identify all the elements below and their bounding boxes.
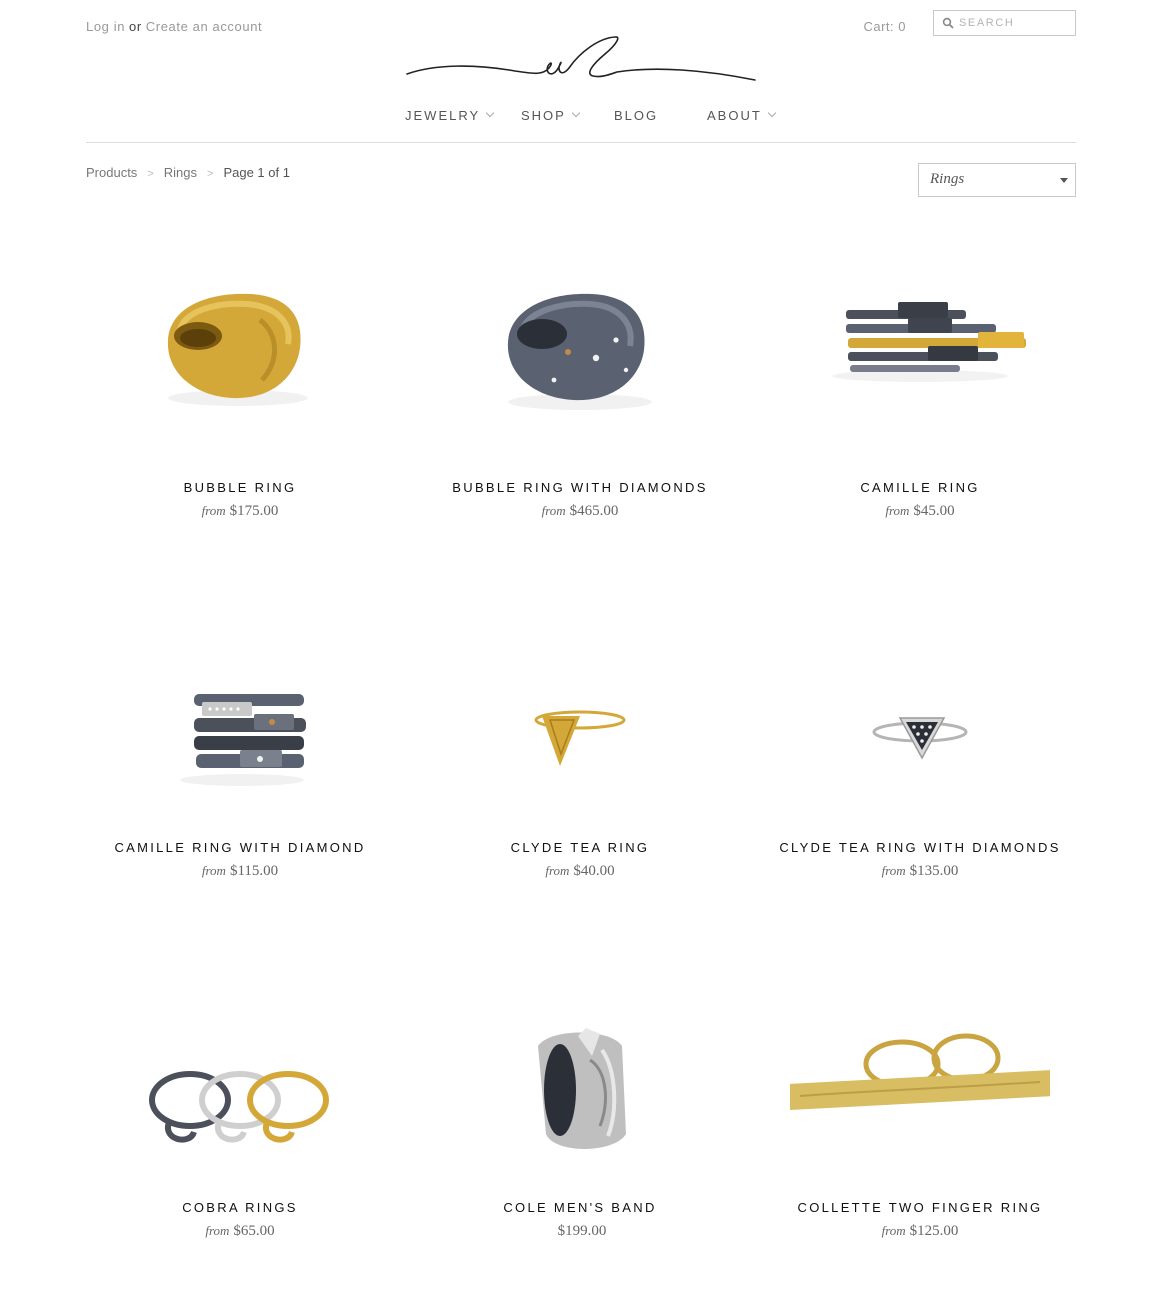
main-nav: JEWELRY SHOP BLOG ABOUT (0, 108, 1170, 130)
product-price: from $135.00 (750, 863, 1090, 880)
product-name[interactable]: COLLETTE TWO FINGER RING (750, 1200, 1090, 1215)
search-box[interactable] (933, 10, 1076, 36)
price-from-label: from (541, 503, 566, 518)
price-value: $125.00 (909, 1223, 959, 1239)
product-name[interactable]: BUBBLE RING (70, 480, 410, 495)
header-divider (86, 142, 1076, 143)
price-from-label: from (881, 863, 906, 878)
chevron-down-icon (485, 108, 495, 118)
price-value: $175.00 (229, 503, 279, 519)
chevron-down-icon (571, 108, 581, 118)
gold-dome-ring-image[interactable] (110, 230, 370, 470)
product-price: from $465.00 (410, 503, 750, 520)
product-card[interactable]: COLE MEN'S BAND $199.00 (410, 950, 750, 1270)
nav-label: ABOUT (707, 108, 762, 123)
nav-label: SHOP (521, 108, 566, 123)
nav-item-about[interactable]: ABOUT (707, 108, 777, 123)
product-price: $199.00 (410, 1223, 750, 1240)
product-name[interactable]: BUBBLE RING WITH DIAMONDS (410, 480, 750, 495)
product-name[interactable]: CLYDE TEA RING (410, 840, 750, 855)
price-value: $115.00 (229, 863, 279, 879)
product-name[interactable]: CAMILLE RING WITH DIAMOND (70, 840, 410, 855)
product-name[interactable]: COLE MEN'S BAND (410, 1200, 750, 1215)
price-from-label: from (201, 863, 226, 878)
price-value: $65.00 (233, 1223, 275, 1239)
price-value: $40.00 (573, 863, 615, 879)
oxidized-dome-ring-diamonds-image[interactable] (450, 230, 710, 470)
price-from-label: from (545, 863, 570, 878)
product-name[interactable]: CAMILLE RING (750, 480, 1090, 495)
stacked-bar-rings-image[interactable] (790, 230, 1050, 470)
gold-triangle-ring-image[interactable] (450, 590, 710, 830)
price-value: $135.00 (909, 863, 959, 879)
breadcrumb-separator: > (147, 168, 154, 180)
product-price: from $175.00 (70, 503, 410, 520)
price-from-label: from (205, 1223, 230, 1238)
cart-link[interactable]: Cart: 0 (863, 19, 906, 34)
chevron-down-icon (767, 108, 777, 118)
product-card[interactable]: CLYDE TEA RING from $40.00 (410, 590, 750, 910)
or-text: or (129, 19, 142, 34)
price-from-label: from (881, 1223, 906, 1238)
price-value: $45.00 (913, 503, 955, 519)
product-card[interactable]: CAMILLE RING WITH DIAMOND from $115.00 (70, 590, 410, 910)
product-price: from $125.00 (750, 1223, 1090, 1240)
product-card[interactable]: COLLETTE TWO FINGER RING from $125.00 (750, 950, 1090, 1270)
breadcrumb-current-page: Page 1 of 1 (223, 165, 290, 180)
search-icon (942, 17, 954, 29)
product-price: from $65.00 (70, 1223, 410, 1240)
search-input[interactable] (959, 14, 1069, 32)
login-link[interactable]: Log in (86, 19, 125, 34)
product-name[interactable]: CLYDE TEA RING WITH DIAMONDS (750, 840, 1090, 855)
breadcrumb: Products > Rings > Page 1 of 1 (86, 165, 290, 180)
price-value: $199.00 (557, 1223, 607, 1239)
nav-label: JEWELRY (405, 108, 481, 123)
nav-item-jewelry[interactable]: JEWELRY (405, 108, 495, 123)
product-name[interactable]: COBRA RINGS (70, 1200, 410, 1215)
price-from-label: from (201, 503, 226, 518)
breadcrumb-separator: > (207, 168, 214, 180)
filter-selected-value: Rings (930, 171, 965, 187)
product-card[interactable]: CAMILLE RING from $45.00 (750, 230, 1090, 550)
coiled-rings-trio-image[interactable] (110, 950, 370, 1190)
gold-two-finger-bar-ring-image[interactable] (790, 950, 1050, 1190)
collection-filter-select[interactable]: Rings (918, 163, 1076, 197)
product-price: from $115.00 (70, 863, 410, 880)
nav-item-shop[interactable]: SHOP (521, 108, 581, 123)
price-from-label: from (885, 503, 910, 518)
product-card[interactable]: COBRA RINGS from $65.00 (70, 950, 410, 1270)
product-card[interactable]: BUBBLE RING from $175.00 (70, 230, 410, 550)
stacked-oxidized-rings-diamond-image[interactable] (110, 590, 370, 830)
product-price: from $40.00 (410, 863, 750, 880)
breadcrumb-rings[interactable]: Rings (164, 165, 197, 180)
silver-triangle-diamond-ring-image[interactable] (790, 590, 1050, 830)
product-price: from $45.00 (750, 503, 1090, 520)
create-account-link[interactable]: Create an account (146, 19, 262, 34)
dropdown-caret-icon (1060, 178, 1068, 183)
product-card[interactable]: BUBBLE RING WITH DIAMONDS from $465.00 (410, 230, 750, 550)
price-value: $465.00 (569, 503, 619, 519)
breadcrumb-products[interactable]: Products (86, 165, 137, 180)
nav-label: BLOG (614, 108, 659, 123)
product-card[interactable]: CLYDE TEA RING WITH DIAMONDS from $135.00 (750, 590, 1090, 910)
vl-signature-logo-icon[interactable] (405, 34, 757, 86)
nav-item-blog[interactable]: BLOG (614, 108, 658, 123)
textured-silver-band-image[interactable] (450, 950, 710, 1190)
account-links: Log in or Create an account (86, 19, 262, 34)
